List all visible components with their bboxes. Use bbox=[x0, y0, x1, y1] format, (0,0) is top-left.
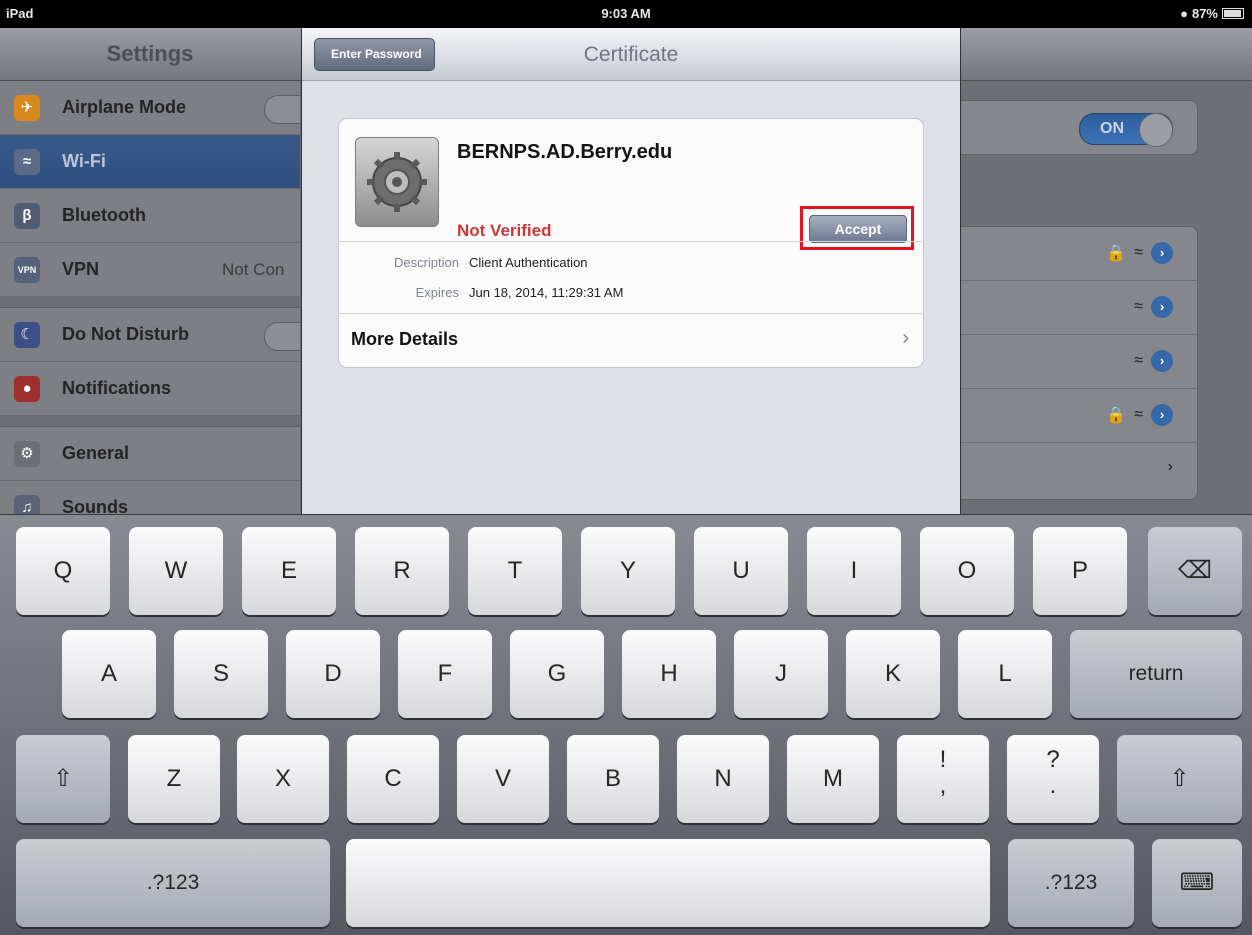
battery-percent: 87% bbox=[1191, 6, 1218, 21]
backspace-key[interactable]: ⌫ bbox=[1148, 527, 1242, 615]
key-m[interactable]: M bbox=[787, 735, 879, 823]
shift-icon: ⇧ bbox=[1169, 765, 1190, 792]
group-divider bbox=[0, 416, 300, 427]
sidebar-item-general[interactable]: ⚙ General bbox=[0, 427, 300, 481]
key-p[interactable]: P bbox=[1033, 527, 1127, 615]
certificate-card: BERNPS.AD.Berry.edu Not Verified Accept … bbox=[338, 118, 924, 368]
key-o[interactable]: O bbox=[920, 527, 1014, 615]
battery-indicator: ● 87% bbox=[1180, 6, 1244, 21]
shift-key-left[interactable]: ⇧ bbox=[16, 735, 110, 823]
numbers-key-right[interactable]: .?123 bbox=[1008, 839, 1134, 927]
certificate-popover: Enter Password Certificate BERNPS.AD.Ber… bbox=[301, 28, 961, 514]
onscreen-keyboard: Q W E R T Y U I O P ⌫ A S D F G H J K L … bbox=[0, 514, 1252, 935]
key-u[interactable]: U bbox=[694, 527, 788, 615]
keyboard-dismiss-icon: ⌨ bbox=[1179, 869, 1215, 896]
battery-icon bbox=[1222, 8, 1244, 19]
key-s[interactable]: S bbox=[174, 630, 268, 718]
settings-title: Settings bbox=[0, 28, 300, 81]
key-v[interactable]: V bbox=[457, 735, 549, 823]
chevron-right-icon: › bbox=[902, 327, 909, 349]
sidebar-item-bluetooth[interactable]: β Bluetooth bbox=[0, 189, 300, 243]
key-x[interactable]: X bbox=[237, 735, 329, 823]
return-key[interactable]: return bbox=[1070, 630, 1242, 718]
detail-disclosure-icon[interactable]: › bbox=[1151, 350, 1173, 372]
key-w[interactable]: W bbox=[129, 527, 223, 615]
key-b[interactable]: B bbox=[567, 735, 659, 823]
expires-key: Expires bbox=[415, 285, 459, 300]
moon-icon: ☾ bbox=[14, 322, 40, 348]
status-bar: iPad 9:03 AM ● 87% bbox=[0, 0, 1252, 28]
key-l[interactable]: L bbox=[958, 630, 1052, 718]
shift-icon: ⇧ bbox=[52, 765, 74, 792]
gear-icon: ⚙ bbox=[14, 441, 40, 467]
key-z[interactable]: Z bbox=[128, 735, 220, 823]
wifi-signal-icon: ≈ bbox=[1134, 406, 1143, 423]
sidebar-item-vpn[interactable]: VPN VPN Not Con bbox=[0, 243, 300, 297]
space-bar[interactable] bbox=[346, 839, 990, 927]
key-q[interactable]: Q bbox=[16, 527, 110, 615]
settings-sidebar: Settings ✈ Airplane Mode ≈ Wi-Fi β Bluet… bbox=[0, 28, 316, 535]
key-d[interactable]: D bbox=[286, 630, 380, 718]
detail-disclosure-icon[interactable]: › bbox=[1151, 296, 1173, 318]
chevron-right-icon: › bbox=[1167, 458, 1173, 475]
key-a[interactable]: A bbox=[62, 630, 156, 718]
group-divider bbox=[0, 297, 300, 308]
wifi-toggle[interactable]: ON bbox=[1079, 113, 1173, 147]
key-n[interactable]: N bbox=[677, 735, 769, 823]
certificate-name: BERNPS.AD.Berry.edu bbox=[457, 141, 673, 163]
shift-key-right[interactable]: ⇧ bbox=[1117, 735, 1242, 823]
vpn-status: Not Con bbox=[222, 260, 285, 279]
lock-rotation-icon: ● bbox=[1180, 6, 1188, 21]
popover-header: Enter Password Certificate bbox=[302, 28, 960, 81]
key-question-period[interactable]: ? . bbox=[1007, 735, 1099, 823]
key-g[interactable]: G bbox=[510, 630, 604, 718]
card-divider bbox=[339, 313, 923, 314]
key-j[interactable]: J bbox=[734, 630, 828, 718]
lock-icon: 🔒 bbox=[1106, 245, 1127, 262]
key-c[interactable]: C bbox=[347, 735, 439, 823]
description-value: Client Authentication bbox=[469, 255, 588, 270]
popover-title: Certificate bbox=[583, 43, 679, 66]
notifications-icon: ● bbox=[14, 376, 40, 402]
numbers-key-left[interactable]: .?123 bbox=[16, 839, 330, 927]
sidebar-item-do-not-disturb[interactable]: ☾ Do Not Disturb bbox=[0, 308, 316, 362]
wifi-icon: ≈ bbox=[14, 149, 40, 175]
key-i[interactable]: I bbox=[807, 527, 901, 615]
sidebar-item-notifications[interactable]: ● Notifications bbox=[0, 362, 300, 416]
key-y[interactable]: Y bbox=[581, 527, 675, 615]
key-h[interactable]: H bbox=[622, 630, 716, 718]
key-exclamation-comma[interactable]: ! , bbox=[897, 735, 989, 823]
sidebar-item-airplane-mode[interactable]: ✈ Airplane Mode bbox=[0, 81, 316, 135]
lock-icon: 🔒 bbox=[1106, 407, 1127, 424]
accept-highlight-box: Accept bbox=[800, 206, 914, 250]
card-divider bbox=[339, 241, 923, 242]
detail-disclosure-icon[interactable]: › bbox=[1151, 242, 1173, 264]
more-details-link[interactable]: More Details bbox=[351, 329, 458, 350]
expires-value: Jun 18, 2014, 11:29:31 AM bbox=[469, 285, 624, 300]
key-k[interactable]: K bbox=[846, 630, 940, 718]
verification-status: Not Verified bbox=[457, 221, 552, 240]
clock: 9:03 AM bbox=[601, 6, 651, 21]
key-e[interactable]: E bbox=[242, 527, 336, 615]
bluetooth-icon: β bbox=[14, 203, 40, 229]
wifi-signal-icon: ≈ bbox=[1134, 244, 1143, 261]
accept-button[interactable]: Accept bbox=[809, 215, 907, 243]
certificate-gear-icon bbox=[355, 137, 439, 227]
detail-disclosure-icon[interactable]: › bbox=[1151, 404, 1173, 426]
wifi-signal-icon: ≈ bbox=[1134, 298, 1143, 315]
key-r[interactable]: R bbox=[355, 527, 449, 615]
airplane-icon: ✈ bbox=[14, 95, 40, 121]
wifi-signal-icon: ≈ bbox=[1134, 352, 1143, 369]
hide-keyboard-key[interactable]: ⌨ bbox=[1152, 839, 1242, 927]
vpn-icon: VPN bbox=[14, 257, 40, 283]
key-t[interactable]: T bbox=[468, 527, 562, 615]
backspace-icon: ⌫ bbox=[1178, 557, 1212, 584]
sidebar-item-wifi[interactable]: ≈ Wi-Fi bbox=[0, 135, 300, 189]
description-key: Description bbox=[393, 255, 459, 270]
key-f[interactable]: F bbox=[398, 630, 492, 718]
